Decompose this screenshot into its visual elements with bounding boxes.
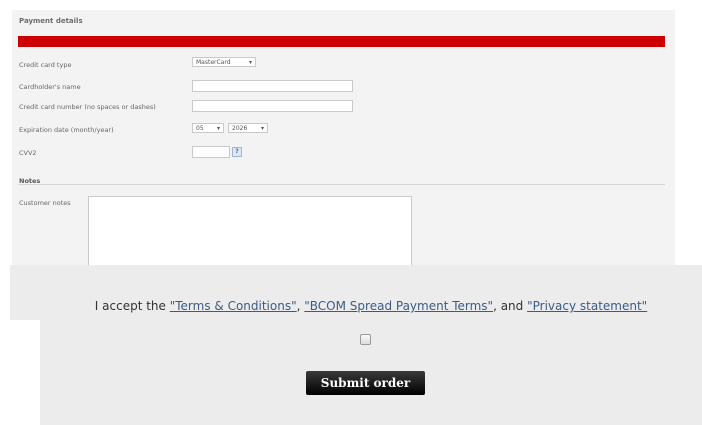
card-type-label: Credit card type: [19, 61, 72, 69]
accept-panel-edge: [10, 265, 40, 320]
accept-prefix: I accept the: [94, 299, 170, 313]
cvv-label: CVV2: [19, 149, 37, 157]
expiry-label: Expiration date (month/year): [19, 126, 114, 134]
accept-terms-checkbox[interactable]: [360, 334, 371, 345]
spread-payment-terms-link[interactable]: "BCOM Spread Payment Terms": [304, 299, 493, 313]
cvv-input[interactable]: [192, 146, 230, 158]
help-icon[interactable]: ?: [232, 147, 242, 157]
section-accent-bar: [18, 36, 665, 47]
expiry-year-select[interactable]: 2026 ▾: [228, 123, 268, 133]
accept-terms-text: I accept the "Terms & Conditions", "BCOM…: [40, 299, 702, 313]
expiry-month-select[interactable]: 05 ▾: [192, 123, 224, 133]
accept-separator-and: , and: [493, 299, 528, 313]
chevron-down-icon: ▾: [248, 59, 252, 66]
cardholder-name-input[interactable]: [192, 80, 353, 92]
customer-notes-textarea[interactable]: [88, 196, 412, 276]
card-type-value: MasterCard: [196, 59, 231, 66]
submit-order-button[interactable]: Submit order: [306, 371, 425, 395]
payment-section-title: Payment details: [19, 17, 83, 25]
card-number-input[interactable]: [192, 100, 353, 112]
cardholder-label: Cardholder's name: [19, 83, 81, 91]
expiry-year-value: 2026: [232, 125, 248, 132]
accept-panel: I accept the "Terms & Conditions", "BCOM…: [40, 265, 702, 425]
customer-notes-label: Customer notes: [19, 199, 71, 207]
terms-conditions-link[interactable]: "Terms & Conditions": [170, 299, 297, 313]
card-number-label: Credit card number (no spaces or dashes): [19, 103, 156, 111]
privacy-statement-link[interactable]: "Privacy statement": [527, 299, 647, 313]
chevron-down-icon: ▾: [216, 125, 220, 132]
expiry-month-value: 05: [196, 125, 204, 132]
chevron-down-icon: ▾: [260, 125, 264, 132]
card-type-select[interactable]: MasterCard ▾: [192, 57, 256, 67]
notes-divider: [18, 184, 665, 185]
